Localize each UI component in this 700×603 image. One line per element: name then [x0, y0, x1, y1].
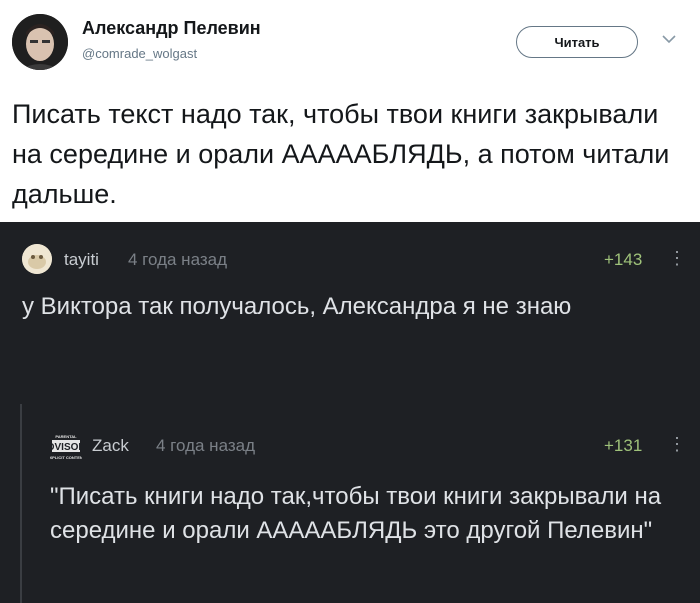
comment-timestamp[interactable]: 4 года назад [128, 250, 227, 270]
comment-score: +131 [604, 436, 643, 455]
chevron-down-icon[interactable] [662, 34, 676, 44]
svg-text:EXPLICIT CONTENT: EXPLICIT CONTENT [50, 455, 82, 460]
comment-text: "Писать книги надо так,чтобы твои книги … [50, 483, 662, 544]
svg-text:PARENTAL: PARENTAL [55, 434, 77, 439]
more-icon[interactable]: ⋮ [668, 248, 686, 269]
comment-score: +143 [604, 250, 643, 269]
svg-text:ADVISORY: ADVISORY [50, 442, 82, 453]
author-avatar[interactable] [12, 14, 68, 70]
comment-username[interactable]: tayiti [64, 250, 99, 270]
user-avatar[interactable]: PARENTAL ADVISORY EXPLICIT CONTENT [40, 432, 92, 462]
comment-text: у Виктора так получалось, Александра я н… [22, 293, 572, 320]
more-icon[interactable]: ⋮ [668, 434, 686, 455]
tweet-card: Александр Пелевин @comrade_wolgast Читат… [0, 0, 700, 222]
user-avatar[interactable] [22, 244, 52, 274]
follow-button[interactable]: Читать [516, 26, 638, 58]
comment-timestamp[interactable]: 4 года назад [156, 436, 255, 456]
author-handle[interactable]: @comrade_wolgast [82, 46, 197, 61]
comment-username[interactable]: Zack [92, 436, 129, 456]
tweet-text: Писать текст надо так, чтобы твои книги … [12, 99, 670, 209]
author-name[interactable]: Александр Пелевин [82, 18, 261, 39]
thread-line[interactable] [20, 404, 22, 603]
